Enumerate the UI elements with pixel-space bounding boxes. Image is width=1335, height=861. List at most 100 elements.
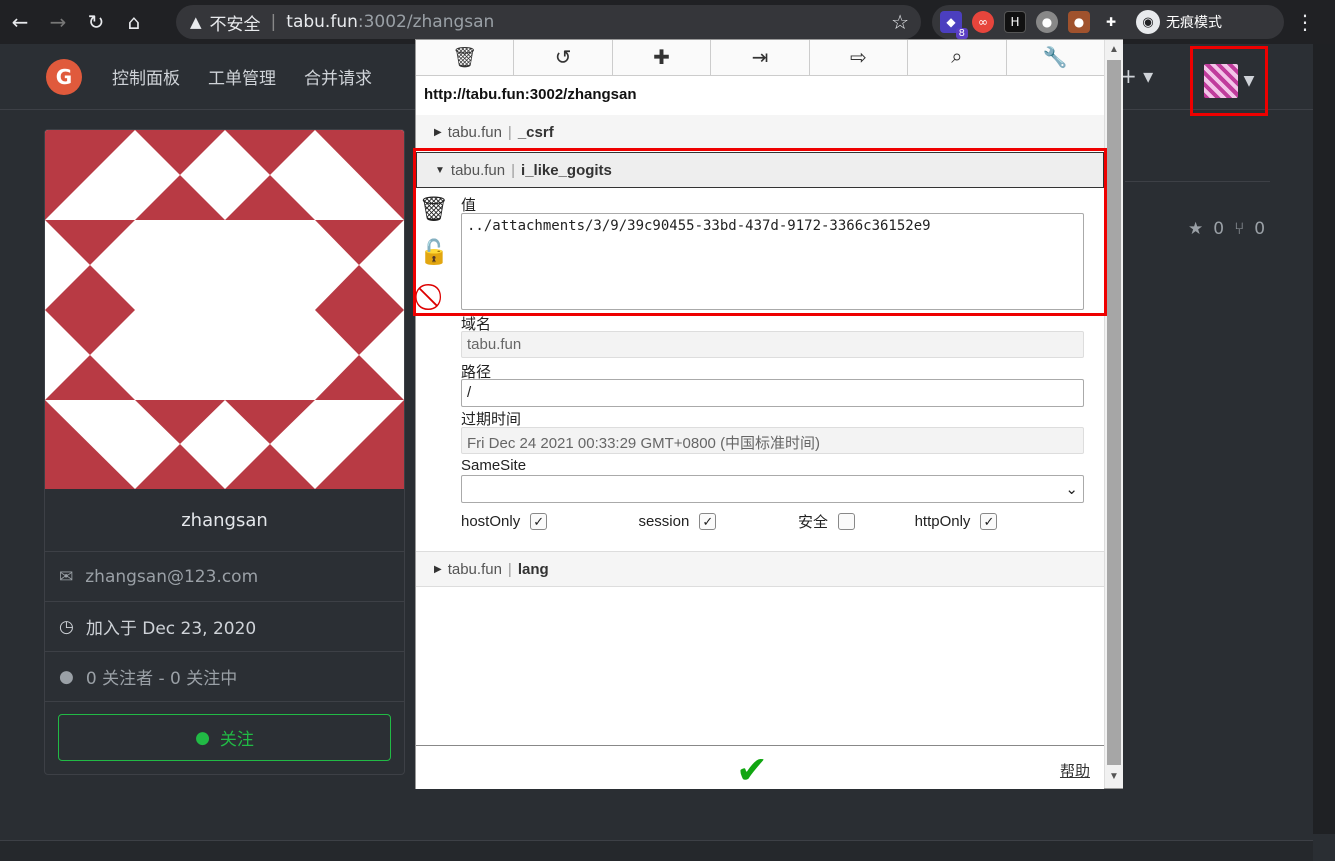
search-icon[interactable]: ⌕	[908, 40, 1007, 75]
person-icon: ●	[195, 727, 210, 748]
profile-followers-row: ● 0 关注者 - 0 关注中	[45, 652, 404, 702]
browser-toolbar: ← → ↻ ⌂ ▲ 不安全 | tabu.fun :3002/zhangsan …	[0, 0, 1335, 44]
home-icon[interactable]: ⌂	[116, 4, 152, 40]
wrench-icon[interactable]: 🔧	[1007, 40, 1104, 75]
save-check-icon[interactable]: ✔	[736, 748, 768, 793]
clock-icon: ◷	[59, 616, 74, 637]
scrollbar-thumb[interactable]	[1107, 60, 1121, 765]
samesite-label: SameSite	[461, 457, 527, 474]
delete-all-icon[interactable]: 🗑	[416, 40, 515, 75]
cookie-url: http://tabu.fun:3002/zhangsan	[424, 86, 637, 103]
user-menu[interactable]: ▼	[1190, 46, 1268, 116]
cookie-name: _csrf	[517, 124, 554, 141]
cookie-extension-icon[interactable]: ●	[1068, 11, 1090, 33]
hostonly-flag: hostOnly ✓	[461, 511, 630, 532]
puzzle-icon[interactable]: ✚	[1100, 11, 1122, 33]
profile-username: zhangsan	[45, 489, 404, 552]
address-warning: 不安全	[209, 14, 261, 35]
session-checkbox[interactable]: ✓	[699, 513, 717, 530]
triangle-right-icon: ▶	[434, 563, 442, 575]
chevron-down-icon: ⌄	[1065, 481, 1078, 498]
fork-count: 0	[1254, 219, 1266, 239]
gitea-logo-icon[interactable]: G	[46, 58, 82, 95]
nav-dashboard[interactable]: 控制面板	[112, 64, 180, 89]
address-bar[interactable]: ▲ 不安全 | tabu.fun :3002/zhangsan ☆	[176, 5, 921, 39]
create-menu[interactable]: + ▾	[1120, 64, 1153, 88]
httponly-label: httpOnly	[914, 513, 971, 530]
cookie-domain-field[interactable]: tabu.fun	[461, 331, 1084, 358]
profile-email[interactable]: zhangsan@123.com	[85, 567, 258, 587]
forward-icon[interactable]: →	[40, 4, 76, 40]
identicon-image	[45, 130, 404, 489]
httponly-checkbox[interactable]: ✓	[980, 513, 998, 530]
incognito-label: 无痕模式	[1166, 15, 1222, 31]
warning-icon: ▲	[190, 13, 202, 31]
follow-button[interactable]: ● 关注	[58, 714, 391, 761]
profile-followers[interactable]: 0 关注者 - 0 关注中	[86, 664, 237, 689]
cookie-editor-popup: 🗑 ↺ ✚ ⇥ ⇨ ⌕ 🔧 http://tabu.fun:3002/zhang…	[415, 39, 1123, 792]
trash-icon[interactable]: 🗑	[419, 195, 449, 224]
cookie-domain: tabu.fun	[447, 124, 502, 141]
scroll-down-icon[interactable]: ▼	[1109, 771, 1119, 782]
person-icon: ●	[59, 666, 74, 687]
add-icon[interactable]: ✚	[613, 40, 712, 75]
url-host: tabu.fun	[286, 12, 358, 32]
session-flag: session ✓	[638, 511, 797, 532]
reset-icon[interactable]: ↺	[514, 40, 613, 75]
triangle-right-icon: ▶	[434, 127, 442, 138]
circle-extension-icon[interactable]: ●	[1036, 11, 1058, 33]
cookie-expires-field[interactable]: Fri Dec 24 2021 00:33:29 GMT+0800 (中国标准时…	[461, 427, 1084, 454]
back-icon[interactable]: ←	[2, 4, 38, 40]
follow-label: 关注	[219, 730, 254, 750]
url-path: :3002/zhangsan	[357, 12, 495, 32]
httponly-flag: httpOnly ✓	[915, 511, 1084, 532]
profile-identicon	[45, 130, 404, 489]
samesite-select[interactable]: ⌄	[461, 475, 1084, 503]
cookie-row[interactable]: ▶ tabu.fun | lang	[416, 551, 1104, 587]
star-icon: ★	[1188, 219, 1204, 239]
scroll-up-icon[interactable]: ▲	[1109, 44, 1119, 55]
repo-stats: ★ 0 ⑂ 0	[1188, 219, 1265, 239]
h-extension-icon[interactable]: H	[1004, 11, 1026, 33]
value-label: 值	[461, 197, 477, 214]
hostonly-checkbox[interactable]: ✓	[530, 513, 548, 530]
bookmark-star-icon[interactable]: ☆	[891, 10, 909, 34]
cookie-toolbar: 🗑 ↺ ✚ ⇥ ⇨ ⌕ 🔧	[416, 40, 1104, 76]
nav-issues[interactable]: 工单管理	[208, 64, 276, 89]
session-label: session	[638, 513, 690, 530]
unlock-icon[interactable]: 🔓	[419, 238, 449, 267]
cookie-value-field[interactable]: ../attachments/3/9/39c90455-33bd-437d-91…	[461, 213, 1084, 310]
cookie-separator: |	[507, 560, 512, 578]
profile-card: zhangsan ✉ zhangsan@123.com ◷ 加入于 Dec 23…	[44, 129, 405, 775]
reload-icon[interactable]: ↻	[78, 4, 114, 40]
caret-down-icon: ▼	[1243, 73, 1255, 89]
cookie-editor-footer: ✔ 帮助	[416, 745, 1104, 792]
export-icon[interactable]: ⇨	[810, 40, 909, 75]
star-count: 0	[1213, 219, 1225, 239]
page-footer	[0, 840, 1313, 861]
cookie-path-field[interactable]: /	[461, 379, 1084, 407]
page-scrollbar[interactable]	[1313, 44, 1335, 834]
incognito-indicator[interactable]: ◉ 无痕模式	[1136, 10, 1222, 34]
hostonly-label: hostOnly	[461, 513, 521, 530]
import-icon[interactable]: ⇥	[711, 40, 810, 75]
secure-flag: 安全	[798, 511, 915, 532]
expires-label: 过期时间	[461, 411, 522, 428]
fork-icon: ⑂	[1234, 219, 1245, 239]
extension-icon[interactable]: ◆ 8	[940, 11, 968, 39]
cookie-domain: tabu.fun	[447, 560, 502, 578]
caret-down-icon: ▾	[1143, 64, 1154, 88]
content-divider	[1125, 181, 1270, 182]
help-link[interactable]: 帮助	[1060, 760, 1090, 781]
infinity-extension-icon[interactable]: ∞	[972, 11, 994, 33]
browser-menu-icon[interactable]: ⋮	[1295, 10, 1315, 34]
nav-pulls[interactable]: 合并请求	[304, 64, 372, 89]
triangle-down-icon: ▼	[435, 164, 445, 176]
cookie-row[interactable]: ▶ tabu.fun | _csrf	[416, 115, 1104, 151]
cookie-actions: 🗑 🔓 ⃠	[419, 195, 449, 313]
profile-joined-row: ◷ 加入于 Dec 23, 2020	[45, 602, 404, 652]
popup-scrollbar[interactable]: ▲ ▼	[1104, 40, 1123, 788]
cookie-name: i_like_gogits	[521, 161, 612, 179]
secure-checkbox[interactable]	[837, 513, 855, 530]
cookie-row-expanded[interactable]: ▼ tabu.fun | i_like_gogits	[416, 152, 1104, 188]
